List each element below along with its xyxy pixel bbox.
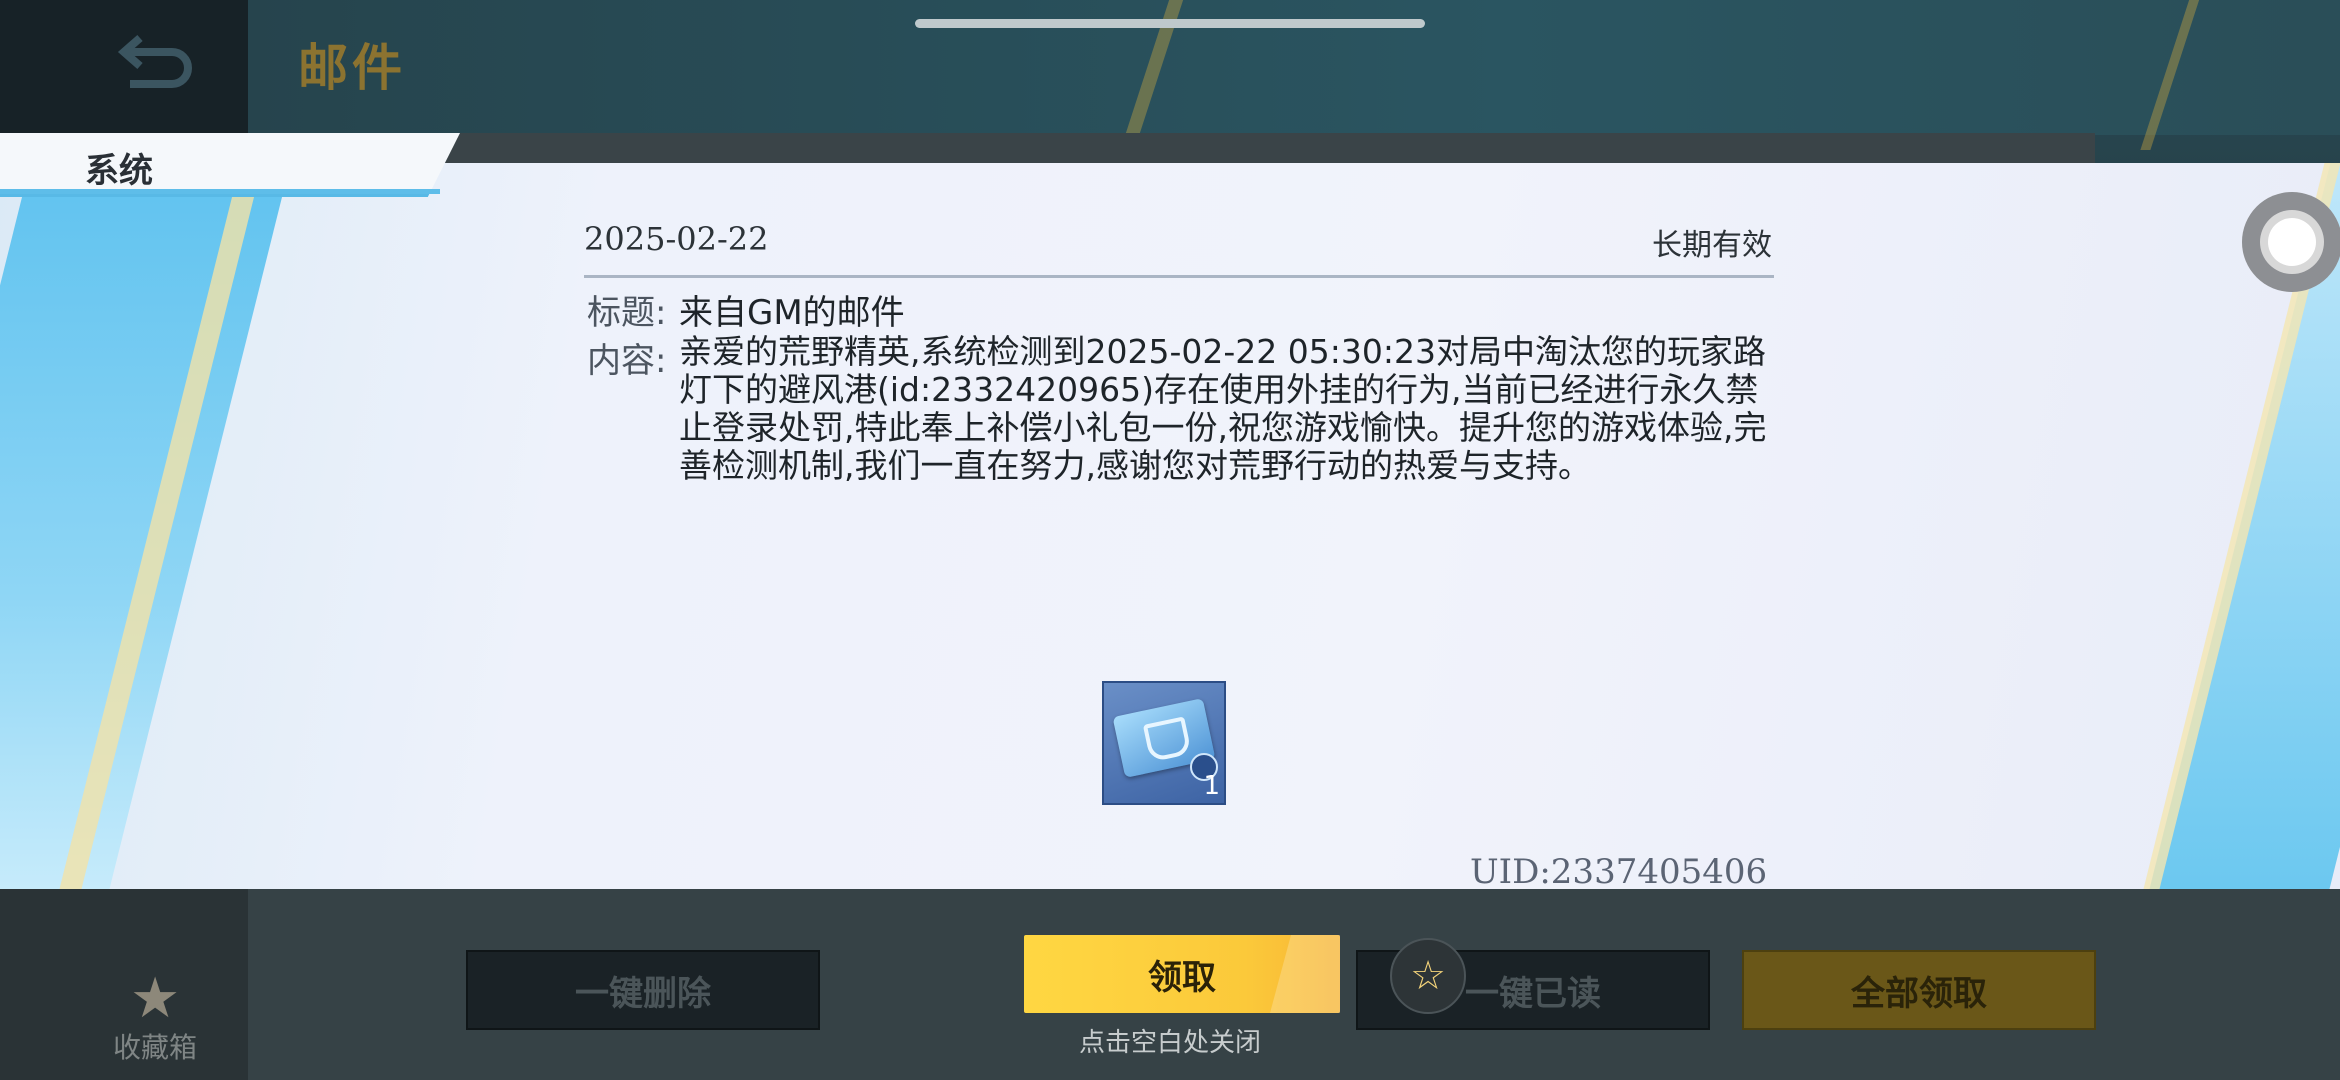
user-uid: UID:2337405406 (1470, 852, 1768, 892)
tab-system[interactable] (0, 133, 460, 197)
favorite-star-icon[interactable]: ☆ (1390, 938, 1466, 1014)
favorites-label: 收藏箱 (113, 1031, 198, 1064)
gesture-bar[interactable] (915, 19, 1425, 28)
attachment-quantity: 1 (1203, 771, 1220, 801)
back-button[interactable] (110, 30, 200, 90)
mail-content-label: 内容: (587, 341, 667, 381)
attachment-item[interactable]: 1 (1102, 681, 1226, 805)
mail-date: 2025-02-22 (584, 220, 769, 258)
star-icon: ★ (130, 966, 181, 1031)
tab-system-label: 系统 (85, 151, 153, 191)
tab-active-indicator (0, 189, 440, 194)
mail-validity: 长期有效 (1652, 228, 1772, 263)
mail-title-label: 标题: (587, 293, 667, 333)
mail-content: 亲爱的荒野精英,系统检测到2025-02-22 05:30:23对局中淘汰您的玩… (679, 332, 1767, 485)
mail-screen: 邮件 系统 2025-02-22 长期有效 标题: 来自GM的邮件 内容: 亲爱的… (0, 0, 2340, 1080)
floating-assistive-button[interactable] (2242, 192, 2340, 292)
page-title: 邮件 (298, 39, 406, 97)
close-hint: 点击空白处关闭 (1079, 1028, 1262, 1058)
claim-button[interactable]: 领取 (1024, 935, 1340, 1013)
claim-button-label: 领取 (1148, 957, 1216, 998)
panel-decor-left (0, 163, 291, 889)
delete-all-button[interactable]: 一键删除 (466, 950, 820, 1030)
back-arrow-icon (117, 34, 192, 88)
mail-title: 来自GM的邮件 (679, 293, 905, 333)
mail-title-row: 标题: 来自GM的邮件 (587, 285, 905, 334)
mail-divider (584, 275, 1774, 278)
claim-all-button[interactable]: 全部领取 (1742, 950, 2096, 1030)
